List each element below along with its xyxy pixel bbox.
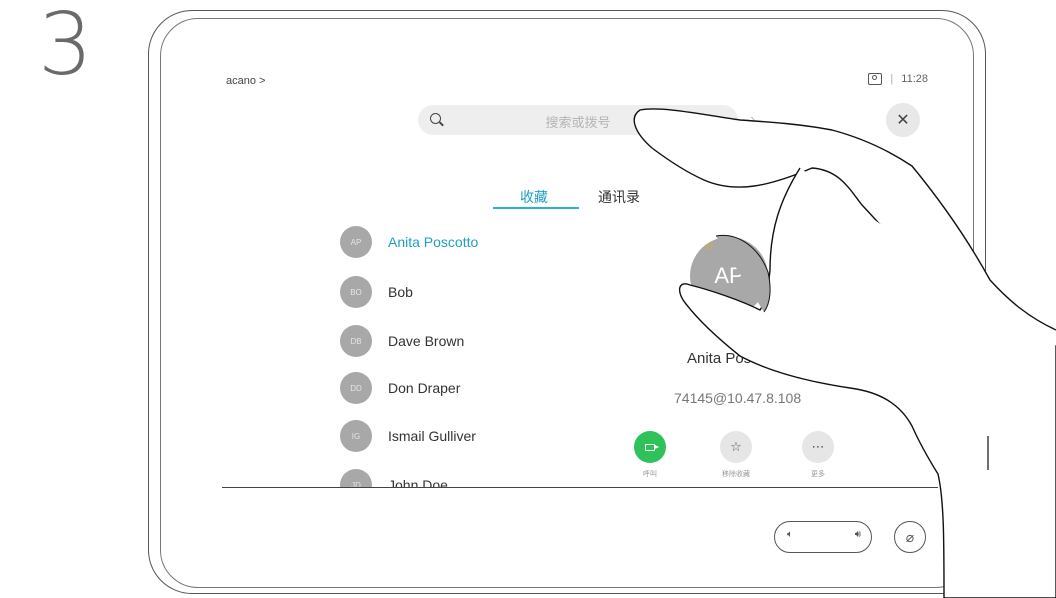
video-camera-icon (645, 443, 659, 451)
more-icon: ⋯ (811, 439, 825, 454)
remove-favorite-circle[interactable]: ☆ (720, 431, 752, 463)
contact-name: Bob (388, 284, 413, 300)
volume-up-icon[interactable]: 🔊︎ (855, 529, 861, 540)
star-icon: ☆ (730, 439, 742, 454)
contact-name: John Doe (388, 477, 448, 488)
favorite-star-icon: ☆ (704, 239, 715, 253)
list-item[interactable]: BO Bob (340, 275, 413, 309)
microphone-muted-icon: ⌀ (905, 528, 915, 545)
clock: 11:28 (901, 73, 928, 85)
call-button[interactable]: 呼叫 (620, 431, 680, 479)
touch-screen: acano > | 11:28 搜索或拨号 › ✕ 收藏 通讯录 AP Anit… (222, 67, 938, 488)
status-area: | 11:28 (868, 73, 928, 85)
active-tab-indicator (493, 207, 579, 209)
volume-control[interactable]: 🔈︎ 🔊︎ (774, 521, 872, 553)
more-label: 更多 (811, 471, 825, 478)
avatar: BO (340, 276, 372, 308)
tab-contacts[interactable]: 通讯录 (598, 187, 640, 207)
remove-favorite-label: 移除收藏 (722, 471, 750, 478)
search-input[interactable]: 搜索或拨号 (418, 105, 738, 135)
list-item[interactable]: DD Don Draper (340, 371, 460, 405)
close-icon: ✕ (896, 112, 910, 129)
list-item[interactable]: DB Dave Brown (340, 324, 464, 358)
remove-favorite-button[interactable]: ☆ 移除收藏 (706, 431, 766, 479)
contact-name: Don Draper (388, 380, 461, 396)
list-item[interactable]: JD John Doe (340, 468, 448, 488)
chevron-right-icon[interactable]: › (750, 111, 755, 129)
more-button[interactable]: ⋯ 更多 (788, 431, 848, 479)
list-item[interactable]: AP Anita Poscotto (340, 225, 478, 259)
contact-name: Anita Poscotto (388, 234, 479, 250)
step-number: 3 (38, 0, 93, 95)
separator: | (890, 73, 894, 85)
avatar: AP (340, 226, 372, 258)
volume-down-icon[interactable]: 🔈︎ (787, 529, 793, 540)
avatar: IG (340, 420, 372, 452)
tab-favorites[interactable]: 收藏 (520, 187, 548, 207)
more-button-circle[interactable]: ⋯ (802, 431, 834, 463)
avatar: DB (340, 325, 372, 357)
contact-name: Dave Brown (388, 333, 465, 349)
contact-name: Ismail Gulliver (388, 428, 476, 444)
call-button-circle[interactable] (634, 431, 666, 463)
microphone-mute-button[interactable]: ⌀ (894, 521, 926, 553)
call-label: 呼叫 (643, 471, 657, 478)
detail-contact-name: Anita Pos (687, 350, 752, 367)
avatar: JD (340, 469, 372, 487)
close-button[interactable]: ✕ (886, 103, 920, 137)
detail-contact-uri: 74145@10.47.8.108 (674, 390, 802, 406)
selfview-icon[interactable] (868, 73, 883, 85)
list-item[interactable]: IG Ismail Gulliver (340, 419, 476, 453)
detail-avatar: AP (690, 237, 768, 315)
search-placeholder: 搜索或拨号 (545, 115, 611, 130)
breadcrumb[interactable]: acano > (226, 75, 265, 87)
avatar: DD (340, 372, 372, 404)
